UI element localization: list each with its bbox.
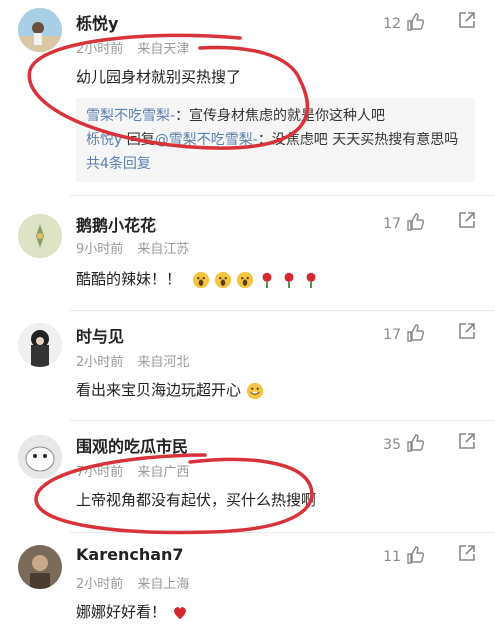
location: 来自江苏	[137, 242, 190, 257]
thumbs-up-icon[interactable]	[405, 12, 425, 36]
username[interactable]: 时与见	[76, 323, 124, 347]
like-count: 11	[383, 549, 401, 565]
rose-emoji	[262, 272, 272, 288]
thumbs-up-icon[interactable]	[405, 212, 425, 236]
like-count: 17	[383, 216, 401, 232]
like-button[interactable]: 35	[383, 433, 425, 457]
comment-text: 上帝视角都没有起伏，买什么热搜啊	[76, 491, 317, 509]
username[interactable]: 围观的吃瓜市民	[76, 433, 188, 457]
comment-meta: 2小时前 来自上海	[76, 573, 199, 592]
share-icon[interactable]	[457, 210, 477, 234]
comment-meta: 7小时前 来自广西	[76, 461, 199, 480]
share-button[interactable]	[457, 321, 477, 345]
avatar[interactable]	[18, 435, 62, 479]
like-button[interactable]: 17	[383, 323, 425, 347]
share-button[interactable]	[457, 210, 477, 234]
timestamp: 2小时前	[76, 577, 124, 592]
face-screaming-emoji	[236, 271, 253, 288]
comment-text-content: 看出来宝贝海边玩超开心	[76, 381, 242, 399]
share-button[interactable]	[457, 10, 477, 34]
like-button[interactable]: 12	[383, 12, 425, 36]
face-screaming-emoji	[192, 271, 209, 288]
rose-emoji	[284, 272, 294, 288]
comment-text: 幼儿园身材就别买热搜了	[76, 68, 242, 86]
reply-nick[interactable]: 栎悦y	[86, 132, 122, 148]
username[interactable]: Karenchan7	[76, 545, 184, 564]
comment-text-content: 酷酷的辣妹！！	[76, 270, 182, 288]
comment-text-content: 娜娜好好看！	[76, 603, 167, 621]
username[interactable]: 鹅鹅小花花	[76, 212, 156, 236]
divider	[70, 532, 495, 533]
timestamp: 2小时前	[76, 355, 124, 370]
timestamp: 9小时前	[76, 242, 124, 257]
location: 来自天津	[137, 42, 190, 57]
reply-text: ：没焦虑吧 天天买热搜有意思吗	[257, 132, 459, 148]
reply-text: ：宣传身材焦虑的就是你这种人吧	[175, 108, 386, 124]
reply-1: 雪梨不吃雪梨-：宣传身材焦虑的就是你这种人吧	[86, 104, 465, 128]
avatar[interactable]	[18, 214, 62, 258]
share-icon[interactable]	[457, 431, 477, 455]
like-count: 12	[383, 16, 401, 32]
comment-meta: 2小时前 来自天津	[76, 38, 199, 57]
share-icon[interactable]	[457, 321, 477, 345]
emoji-row	[192, 271, 320, 289]
comment-text: 酷酷的辣妹！！	[76, 268, 320, 289]
reply-2: 栎悦y 回复@雪梨不吃雪梨-：没焦虑吧 天天买热搜有意思吗	[86, 128, 465, 152]
like-button[interactable]: 17	[383, 212, 425, 236]
reply-nick[interactable]: 雪梨不吃雪梨-	[86, 108, 175, 124]
divider	[70, 195, 495, 196]
thumbs-up-icon[interactable]	[405, 323, 425, 347]
avatar[interactable]	[18, 323, 62, 367]
red-heart-emoji	[173, 606, 186, 619]
thumbs-up-icon[interactable]	[405, 545, 425, 569]
avatar[interactable]	[18, 8, 62, 52]
location: 来自上海	[137, 577, 190, 592]
timestamp: 2小时前	[76, 42, 124, 57]
divider	[70, 310, 495, 311]
annotation-overlay	[27, 33, 314, 535]
reply-box[interactable]: 雪梨不吃雪梨-：宣传身材焦虑的就是你这种人吧 栎悦y 回复@雪梨不吃雪梨-：没焦…	[76, 98, 475, 182]
face-screaming-emoji	[214, 271, 231, 288]
share-button[interactable]	[457, 543, 477, 567]
avatar[interactable]	[18, 545, 62, 589]
rose-emoji	[306, 272, 316, 288]
reply-count-link[interactable]: 共4条回复	[86, 152, 465, 176]
share-icon[interactable]	[457, 10, 477, 34]
share-button[interactable]	[457, 431, 477, 455]
comment-text: 娜娜好好看！	[76, 601, 189, 622]
like-count: 17	[383, 327, 401, 343]
like-button[interactable]: 11	[383, 545, 425, 569]
reply-target[interactable]: @雪梨不吃雪梨-	[155, 132, 258, 148]
divider	[70, 420, 495, 421]
thumbs-up-icon[interactable]	[405, 433, 425, 457]
grinning-sweat-emoji	[246, 382, 263, 399]
comment-meta: 2小时前 来自河北	[76, 351, 199, 370]
like-count: 35	[383, 437, 401, 453]
reply-word: 回复	[126, 132, 155, 148]
username[interactable]: 栎悦y	[76, 10, 118, 34]
location: 来自河北	[137, 355, 190, 370]
share-icon[interactable]	[457, 543, 477, 567]
timestamp: 7小时前	[76, 465, 124, 480]
comment-text: 看出来宝贝海边玩超开心	[76, 379, 264, 400]
comment-meta: 9小时前 来自江苏	[76, 238, 199, 257]
location: 来自广西	[137, 465, 190, 480]
